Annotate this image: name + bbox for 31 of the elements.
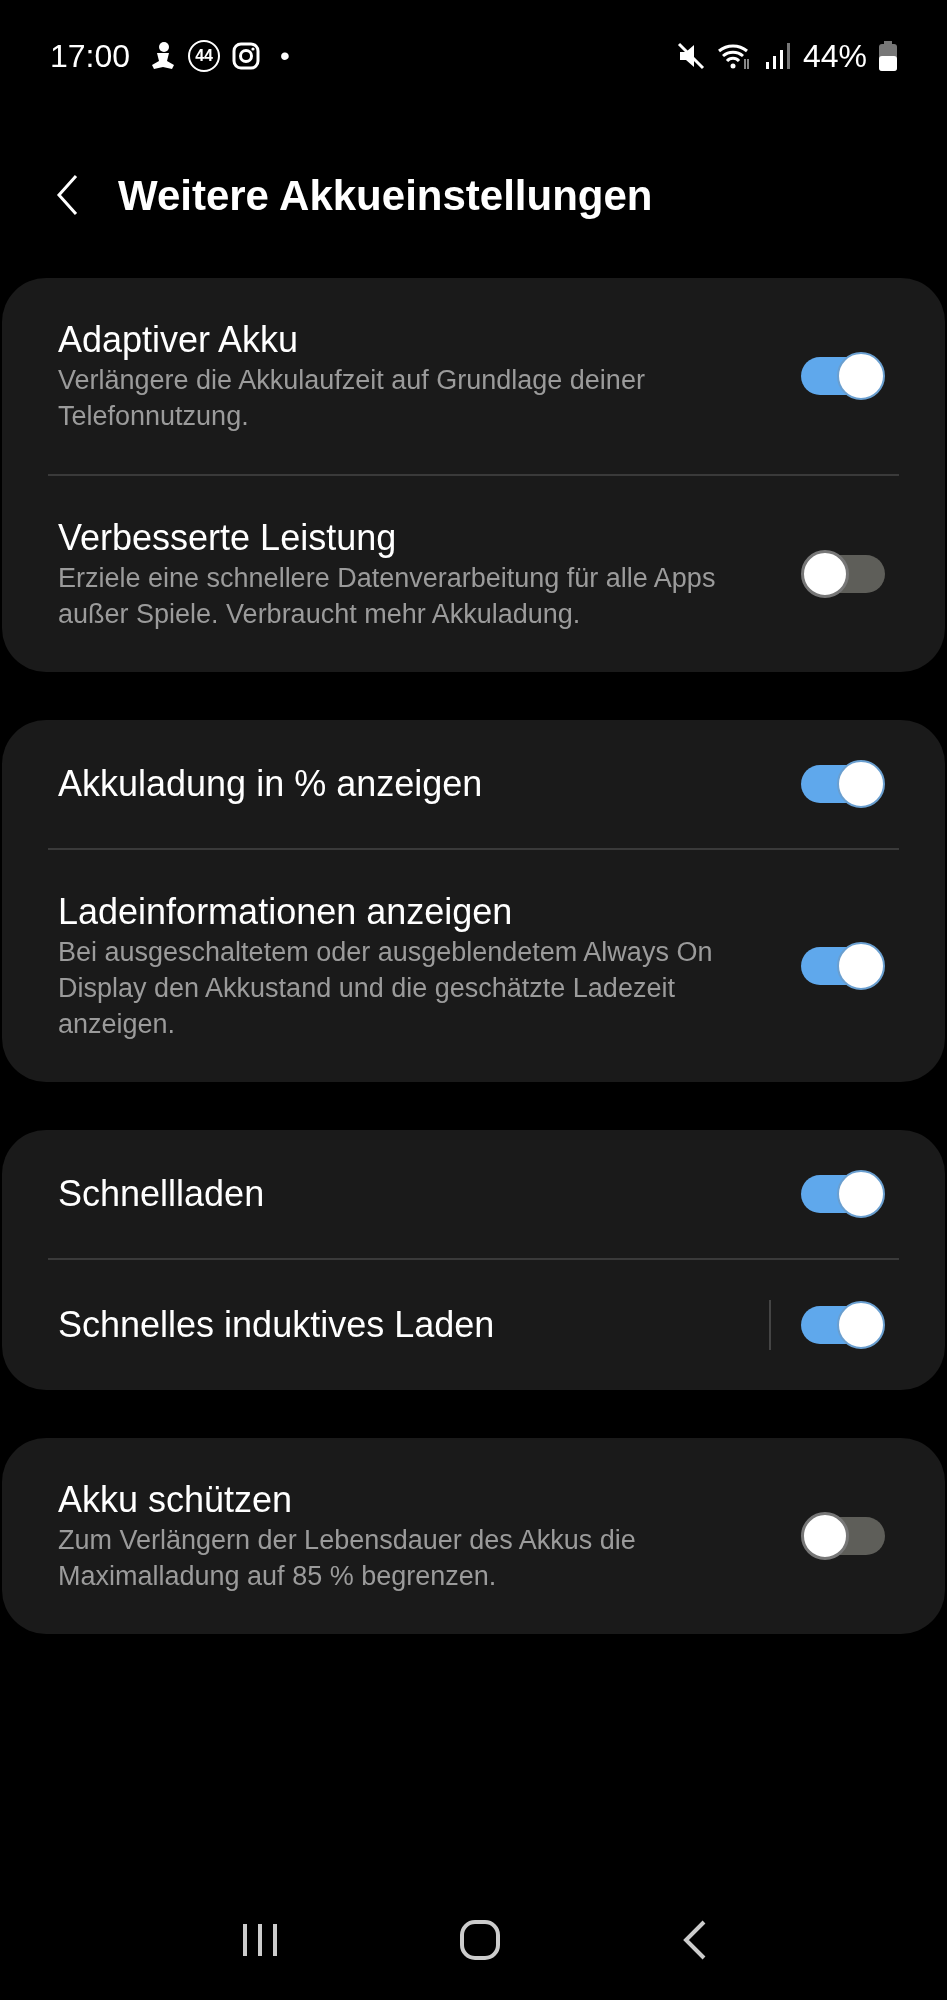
- home-icon[interactable]: [459, 1919, 502, 1961]
- toggle-switch[interactable]: [801, 1301, 885, 1349]
- setting-title[interactable]: Ladeinformationen anzeigen: [58, 890, 771, 934]
- status-time: 17:00: [50, 37, 131, 76]
- signal-icon: [764, 42, 791, 70]
- setting-title[interactable]: Akkuladung in % anzeigen: [58, 762, 771, 806]
- person-icon: [150, 41, 177, 71]
- toggle-switch[interactable]: [801, 550, 885, 598]
- setting-description: Verlängere die Akkulaufzeit auf Grundlage deiner Telefonnutzung.: [58, 364, 646, 433]
- toggle-switch[interactable]: [801, 1170, 885, 1218]
- setting-description: Bei ausgeschaltetem oder ausgeblendetem Always On Display den Akkustand und die geschätzte Ladezeit anzeigen.: [58, 936, 714, 1041]
- battery-icon: [879, 41, 897, 71]
- back-icon[interactable]: [681, 1919, 708, 1961]
- setting-title[interactable]: Akku schützen: [58, 1478, 771, 1522]
- setting-title[interactable]: Schnelles induktives Laden: [58, 1303, 739, 1347]
- toggle-switch[interactable]: [801, 942, 885, 990]
- setting-title[interactable]: Adaptiver Akku: [58, 318, 771, 362]
- mute-icon: [676, 42, 705, 70]
- toggle-switch[interactable]: [801, 760, 885, 808]
- setting-description: Zum Verlängern der Lebensdauer des Akkus die Maximalladung auf 85 % begrenzen.: [58, 1524, 637, 1593]
- setting-title[interactable]: Verbesserte Leistung: [58, 516, 771, 560]
- status-dot: •: [280, 39, 290, 73]
- toggle-switch[interactable]: [801, 1512, 885, 1560]
- page-title: Weitere Akkueinstellungen: [118, 170, 653, 221]
- toggle-switch[interactable]: [801, 352, 885, 400]
- setting-description: Erziele eine schnellere Datenverarbeitung für alle Apps außer Spiele. Verbraucht mehr Akkuladung.: [58, 562, 717, 631]
- back-icon[interactable]: [56, 174, 78, 216]
- battery-percentage: 44%: [802, 37, 867, 76]
- camera-icon: [232, 42, 261, 70]
- notification-badge: 44: [188, 40, 221, 72]
- setting-title[interactable]: Schnellladen: [58, 1172, 771, 1216]
